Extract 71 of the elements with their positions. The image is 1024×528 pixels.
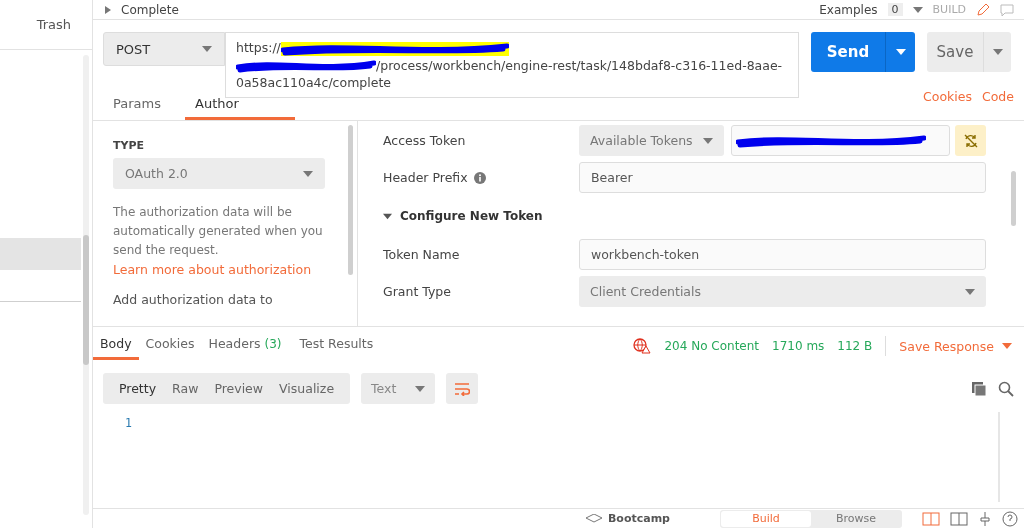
response-tab[interactable]: Cookies [138, 333, 202, 360]
caret-icon [965, 288, 975, 295]
caret-icon [1002, 343, 1012, 349]
wrap-lines-icon [454, 381, 471, 396]
request-tab[interactable]: Author [185, 96, 295, 120]
comment-icon[interactable] [1000, 2, 1014, 17]
scrollbar[interactable] [1011, 171, 1016, 226]
caret-icon [912, 6, 923, 13]
auth-description: The authorization data will be automatically generated when you send the request. Learn more about authorization [113, 204, 324, 279]
add-to-label: Add authorization data to [113, 292, 274, 307]
status-code: 204 No Content [664, 339, 760, 353]
token-field[interactable] [731, 125, 950, 156]
sync-button[interactable] [955, 125, 986, 156]
format-option[interactable]: Preview [206, 381, 272, 396]
mode-toggle[interactable]: Build [721, 510, 811, 527]
learn-more-link[interactable]: Learn more about authorization [113, 262, 312, 277]
field-label: Grant Type [383, 284, 452, 299]
wrap-button[interactable] [446, 373, 479, 404]
globe-warning-icon [633, 338, 652, 354]
help-icon[interactable] [1002, 510, 1018, 527]
caret-icon [992, 49, 1003, 55]
field-label: Access Token [383, 133, 467, 148]
format-option[interactable]: Visualize [271, 381, 343, 396]
format-option[interactable]: Raw [164, 381, 207, 396]
response-time: 1710 ms [772, 339, 825, 353]
caret-icon [895, 49, 906, 55]
text-field[interactable]: Bearer [579, 162, 986, 193]
url-field[interactable]: https:// /process/workbench/engine-rest/task/148bdaf8-c316-11ed-8aae-0a58ac110a4c/complete [225, 32, 799, 98]
sync-off-icon [962, 132, 979, 149]
type-heading: TYPE [113, 139, 146, 152]
grant-type-select[interactable]: Client Credentials [579, 276, 986, 307]
pencil-icon[interactable] [976, 2, 990, 17]
request-name: Complete [121, 2, 179, 17]
token-select[interactable]: Available Tokens [579, 125, 724, 156]
auth-type-select[interactable]: OAuth 2.0 [113, 158, 325, 189]
search-icon[interactable] [998, 380, 1014, 397]
caret-icon[interactable] [383, 211, 392, 221]
response-tab[interactable]: Test Results [292, 333, 381, 360]
book-icon[interactable] [922, 511, 940, 526]
send-button[interactable]: Send [811, 32, 915, 72]
response-size: 112 B [837, 339, 873, 353]
field-label: Header Prefix [383, 170, 468, 185]
scrollbar[interactable] [83, 55, 89, 515]
caret-icon [202, 46, 212, 52]
two-pane-icon[interactable] [950, 511, 968, 526]
trash-link[interactable]: Trash [36, 17, 71, 32]
request-tab[interactable]: Params [103, 96, 185, 120]
save-button[interactable]: Save [927, 32, 1011, 72]
copy-icon[interactable] [971, 380, 987, 397]
save-response-button[interactable]: Save Response [899, 338, 1012, 354]
scrollbar[interactable] [348, 125, 353, 275]
line-number: 1 [125, 416, 132, 432]
section-heading: Configure New Token [400, 209, 543, 223]
caret-icon [105, 5, 111, 14]
request-link[interactable]: Code [982, 89, 1014, 104]
caret-icon [415, 385, 426, 392]
method-select[interactable]: POST [103, 32, 225, 66]
response-tab[interactable]: Headers (3) [201, 333, 289, 360]
mode-toggle[interactable]: Browse [811, 510, 901, 527]
format-option[interactable]: Pretty [111, 381, 165, 396]
language-select[interactable]: Text [361, 373, 436, 404]
examples-label[interactable]: Examples [819, 2, 878, 17]
response-tab[interactable]: Body [93, 333, 139, 360]
field-label: Token Name [383, 247, 460, 262]
build-label: BUILD [932, 3, 966, 16]
caret-icon [303, 170, 313, 177]
caret-icon [703, 137, 713, 144]
examples-count: 0 [887, 3, 903, 16]
bootcamp-link[interactable]: Bootcamp [607, 512, 670, 525]
text-field[interactable]: workbench-token [579, 239, 986, 270]
request-link[interactable]: Cookies [923, 89, 972, 104]
